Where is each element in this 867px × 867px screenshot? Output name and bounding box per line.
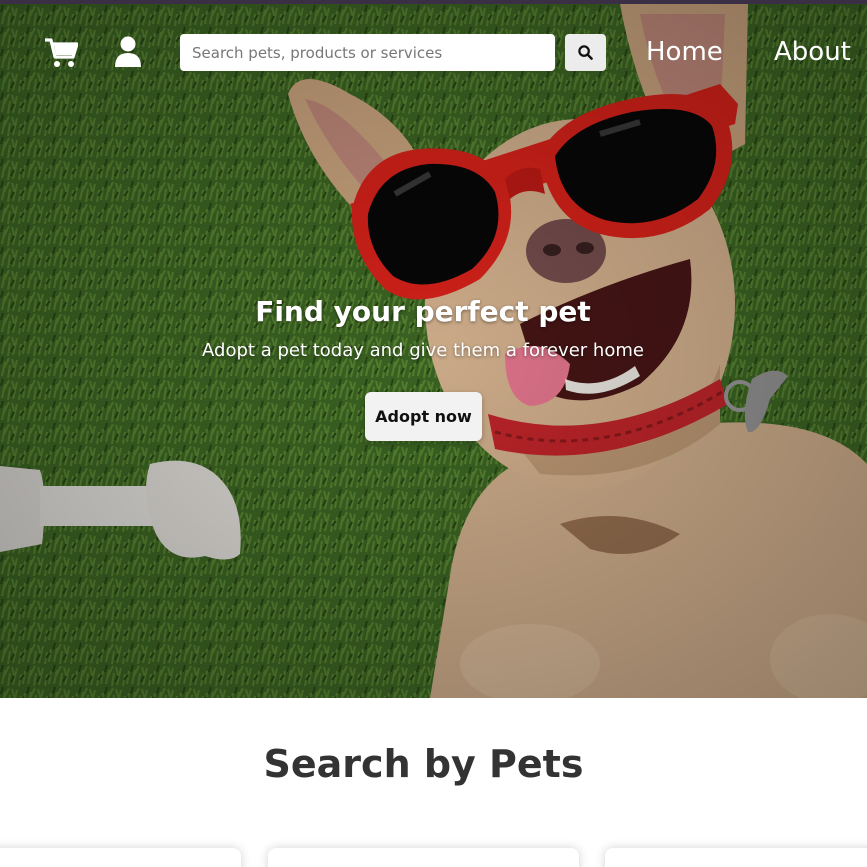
- pet-category-card[interactable]: [605, 848, 867, 867]
- pet-category-card[interactable]: [268, 848, 579, 867]
- nav-link-home[interactable]: Home: [646, 35, 723, 69]
- section-title-search-by-pets: Search by Pets: [263, 742, 584, 786]
- search-icon: [578, 45, 593, 60]
- nav-link-about[interactable]: About: [774, 35, 851, 69]
- hero-subtitle: Adopt a pet today and give them a foreve…: [202, 340, 644, 361]
- search-input[interactable]: [180, 34, 555, 71]
- search-button[interactable]: [565, 34, 606, 71]
- adopt-now-button[interactable]: Adopt now: [365, 392, 482, 441]
- shopping-cart-icon[interactable]: [44, 38, 79, 68]
- user-icon[interactable]: [114, 36, 142, 68]
- top-navigation: Home About: [0, 4, 867, 94]
- hero-title: Find your perfect pet: [255, 295, 591, 328]
- pet-category-card[interactable]: [0, 848, 241, 867]
